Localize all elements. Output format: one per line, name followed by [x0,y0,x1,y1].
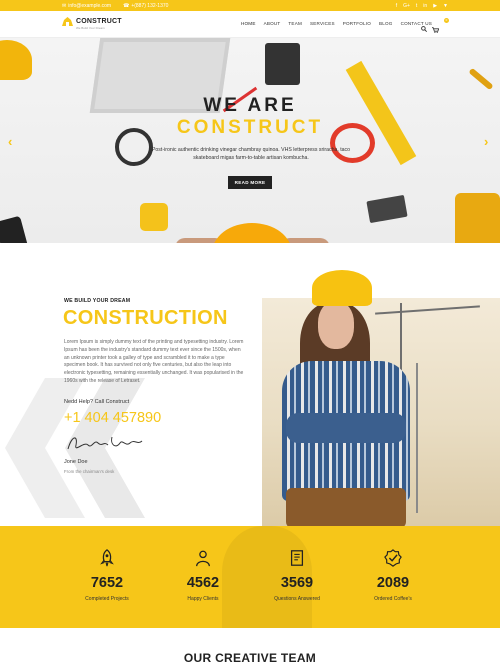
email-link[interactable]: ✉ info@example.com [62,3,111,9]
users-icon [196,550,210,567]
chairman-name: Jone Doe [64,459,88,465]
linkedin-icon[interactable]: in [423,3,427,9]
stat-label: Questions Answered [274,596,320,602]
nav-item-blog[interactable]: BLOG [379,21,393,26]
nav-item-team[interactable]: TEAM [288,21,302,26]
main-nav: CONSTRUCT We Build Your Dream HOME ABOUT… [0,11,500,38]
cart-count-badge: 0 [444,18,449,23]
logo-tagline: We Build Your Dream [76,26,105,30]
tool-belt-image [286,488,406,526]
stat-value: 2089 [376,575,410,591]
team-title: OUR CREATIVE TEAM [183,651,317,665]
team-section: OUR CREATIVE TEAM [0,628,500,670]
search-icon[interactable] [421,26,427,32]
stat-value: 7652 [90,575,124,591]
hero-phone-image [366,194,408,224]
hero-helmet-image [0,40,32,80]
stat-ordered-coffees: 2089 Ordered Coffee's [348,549,438,602]
hero-tape-image [140,203,168,231]
phone-icon: ☎ [123,2,130,9]
stat-value: 4562 [186,575,220,591]
twitter-icon[interactable]: t [416,3,417,9]
google-plus-icon[interactable]: G+ [403,3,410,9]
worker-arms-image [286,413,406,443]
phone-text: +(887) 132-1370 [131,2,169,9]
email-text: info@example.com [68,2,112,9]
hero-text: Post-ironic authentic drinking vinegar c… [151,147,351,161]
hero-title-line1: WE ARE [203,95,297,116]
about-kicker: WE BUILD YOUR DREAM [64,298,131,304]
worker-face-image [318,301,354,349]
stat-label: Happy Clients [187,596,219,602]
hero-title-line2: CONSTRUCT [176,117,324,138]
facebook-icon[interactable]: f [396,3,397,9]
stat-value: 3569 [280,575,314,591]
help-phone[interactable]: +1 404 457890 [64,410,161,426]
slider-prev-arrow-icon[interactable]: ‹ [8,134,12,149]
logo-building-icon [62,17,73,26]
top-bar: ✉ info@example.com ☎ +(887) 132-1370 f G+ … [0,0,500,11]
stat-happy-clients: 4562 Happy Clients [158,549,248,602]
worker-helmet-image [312,270,372,306]
stat-questions-answered: 3569 Questions Answered [252,549,342,602]
hero-drill-image [455,193,500,243]
pinterest-icon[interactable]: ▼ [443,3,448,9]
mail-icon: ✉ [62,2,67,9]
nav-menu: HOME ABOUT TEAM SERVICES PORTFOLIO BLOG … [241,21,432,26]
nav-item-services[interactable]: SERVICES [310,21,335,26]
nav-item-portfolio[interactable]: PORTFOLIO [343,21,371,26]
nav-icons: 0 [421,18,449,38]
stat-label: Ordered Coffee's [374,596,412,602]
logo[interactable]: CONSTRUCT We Build Your Dream [62,17,122,30]
hero-wrench-image [468,67,494,91]
cart-icon [432,27,440,33]
stat-label: Completed Projects [85,596,129,602]
read-more-button[interactable]: READ MORE [228,176,272,189]
social-links: f G+ t in ▶ ▼ [396,1,448,10]
hero-calculator-image [265,43,300,85]
about-title: CONSTRUCTION [63,307,228,329]
crane-image [416,363,418,513]
hero-pliers-image [0,215,36,243]
rocket-icon [100,549,114,567]
check-badge-icon [384,549,402,567]
youtube-icon[interactable]: ▶ [433,3,437,9]
topbar-contact: ✉ info@example.com ☎ +(887) 132-1370 [62,1,168,10]
stat-completed-projects: 7652 Completed Projects [62,549,152,602]
stats-section: 7652 Completed Projects 4562 Happy Clien… [0,526,500,628]
help-text: Nedd Help? Call Construct [64,399,130,405]
chairman-role: From the chairman's desk [64,469,115,474]
logo-name: CONSTRUCT [76,18,122,25]
phone-link[interactable]: ☎ +(887) 132-1370 [123,3,168,9]
signature-image [67,436,143,450]
hero-worker-helmet-image [212,223,292,243]
about-section: WE BUILD YOUR DREAM CONSTRUCTION Lorem I… [0,243,500,526]
book-icon [290,550,304,566]
about-body: Lorem Ipsum is simply dummy text of the … [64,339,244,384]
slider-next-arrow-icon[interactable]: › [484,134,488,149]
nav-item-home[interactable]: HOME [241,21,256,26]
nav-item-about[interactable]: ABOUT [264,21,281,26]
cart-button[interactable]: 0 [432,18,449,38]
hero-slider: WE ARE CONSTRUCT Post-ironic authentic d… [0,38,500,243]
